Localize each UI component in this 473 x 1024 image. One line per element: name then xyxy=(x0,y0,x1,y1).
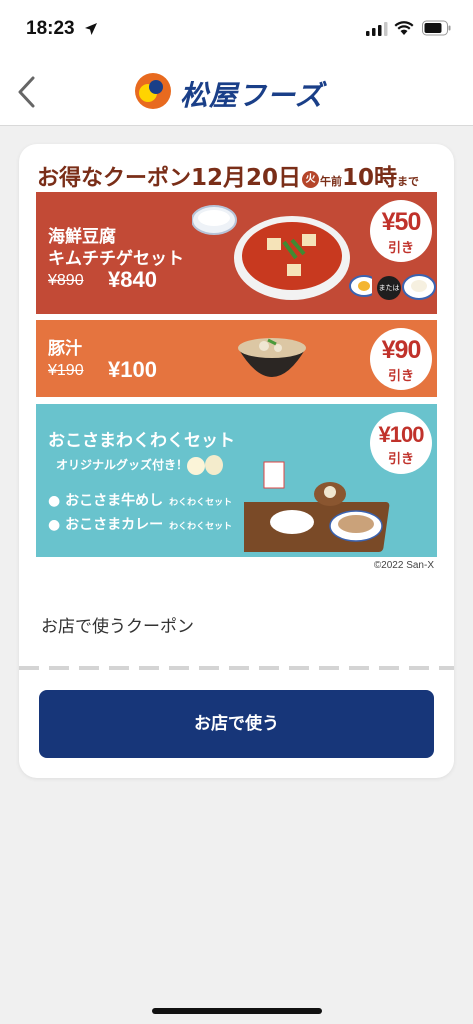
discount-badge: ¥100 引き xyxy=(370,412,432,474)
matsuya-foods-logo: 松屋フーズ xyxy=(134,70,344,114)
location-arrow-icon xyxy=(85,23,97,35)
back-chevron-icon[interactable] xyxy=(12,72,42,112)
app-header: 松屋フーズ xyxy=(0,58,473,126)
kimchi-set-food-image xyxy=(192,205,372,300)
coupon-item-kids-set[interactable]: おこさまわくわくセット オリジナルグッズ付き！ ● おこさま牛めし わくわくセット… xyxy=(36,404,437,557)
item-new-price: ¥840 xyxy=(108,267,157,292)
kids-set-option-curry: ● おこさまカレー わくわくセット xyxy=(48,517,233,533)
item-name-line2: キムチチゲセット xyxy=(48,249,184,269)
cellular-signal-icon xyxy=(366,22,388,36)
status-time: 18:23 xyxy=(26,18,75,39)
discount-amount: ¥50 xyxy=(381,208,422,236)
character-goods-icon xyxy=(187,455,223,475)
discount-badge: ¥50 引き xyxy=(370,200,432,262)
coupon-title: お得なクーポン12月20日火午前10時まで xyxy=(37,158,419,192)
kids-set-option-gyumeshi: ● おこさま牛めし わくわくセット xyxy=(48,493,233,509)
dashed-divider xyxy=(19,666,454,670)
status-bar: 18:23 xyxy=(0,0,473,58)
item-name: 豚汁 xyxy=(48,339,82,359)
weekday-badge: 火 xyxy=(302,171,320,188)
battery-icon xyxy=(422,20,451,36)
or-badge: または xyxy=(377,276,401,300)
coupon-title-date: 12月20日 xyxy=(191,165,302,191)
discount-amount: ¥90 xyxy=(381,336,422,364)
item-new-price: ¥100 xyxy=(108,357,157,382)
wifi-icon xyxy=(394,21,414,35)
coupon-title-ampm: 午前 xyxy=(320,175,343,188)
item-old-price: ¥190 xyxy=(48,362,84,379)
discount-amount: ¥100 xyxy=(378,422,425,447)
use-in-store-button[interactable]: お店で使う xyxy=(39,690,434,758)
item-old-price: ¥890 xyxy=(48,272,84,289)
egg-bowl-image xyxy=(402,274,436,300)
coupon-title-lead: お得なクーポン xyxy=(37,166,192,191)
brand-name: 松屋フーズ xyxy=(180,79,324,112)
kids-set-subtitle: オリジナルグッズ付き！ xyxy=(56,458,189,472)
discount-label: 引き xyxy=(387,241,414,256)
home-indicator[interactable] xyxy=(152,1008,322,1014)
coupon-title-hour: 10時 xyxy=(342,165,398,191)
coupon-card: お得なクーポン12月20日火午前10時まで 海鮮豆腐 キムチチゲセット ¥890… xyxy=(19,144,454,778)
logo-mark-icon xyxy=(135,73,171,109)
item-name: おこさまわくわくセット xyxy=(48,431,235,451)
coupon-title-until: まで xyxy=(397,175,420,188)
coupon-item-kimchi-set[interactable]: 海鮮豆腐 キムチチゲセット ¥890 ¥840 ¥50 引き または xyxy=(36,192,437,314)
discount-badge: ¥90 引き xyxy=(370,328,432,390)
coupon-item-tonjiru[interactable]: 豚汁 ¥190 ¥100 ¥90 引き xyxy=(36,320,437,397)
section-label: お店で使うクーポン xyxy=(41,617,194,637)
discount-label: 引き xyxy=(387,369,414,384)
tonjiru-bowl-image xyxy=(238,338,306,377)
discount-label: 引き xyxy=(387,452,414,467)
copyright-text: ©2022 San-X xyxy=(373,560,434,571)
